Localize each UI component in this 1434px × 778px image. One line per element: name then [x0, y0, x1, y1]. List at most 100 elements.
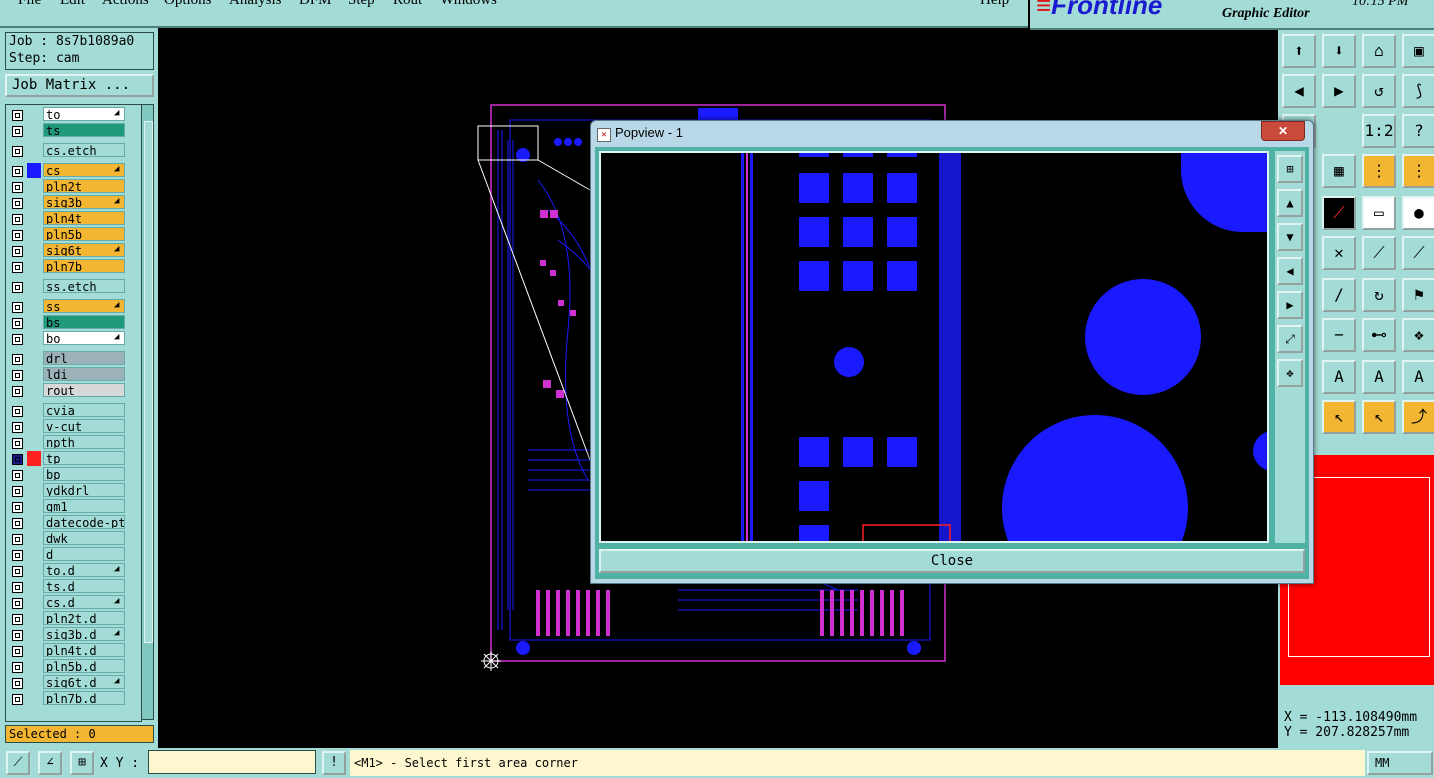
flag-icon[interactable]: ⚑ — [1402, 278, 1434, 312]
layer-name[interactable]: to.d — [43, 563, 125, 577]
layer-row-pln7b[interactable]: pln7b — [6, 259, 141, 274]
layer-checkbox[interactable] — [12, 146, 23, 157]
alert-icon[interactable]: ! — [322, 751, 346, 775]
slash-icon[interactable]: / — [1322, 278, 1356, 312]
layer-row-pln2t[interactable]: pln2t — [6, 179, 141, 194]
connect2-icon[interactable]: ⟋ — [1402, 236, 1434, 270]
menu-help[interactable]: Help — [980, 0, 1009, 9]
layer-row-pln4t[interactable]: pln4t — [6, 211, 141, 226]
layer-row-rout[interactable]: rout — [6, 383, 141, 398]
layer-checkbox[interactable] — [12, 694, 23, 705]
dimension-icon[interactable]: ⊷ — [1362, 318, 1396, 352]
layer-row-ss[interactable]: ss ◢ — [6, 299, 141, 314]
popview-canvas[interactable] — [599, 151, 1269, 543]
rotate-icon[interactable]: ↺ — [1362, 74, 1396, 108]
layer-checkbox[interactable] — [12, 230, 23, 241]
ruler-icon[interactable]: ▭ — [1362, 196, 1396, 230]
layer-row-ts-d[interactable]: ts.d — [6, 579, 141, 594]
layer-row-bp[interactable]: bp — [6, 467, 141, 482]
layer-checkbox[interactable] — [12, 646, 23, 657]
layer-name[interactable]: to — [43, 107, 125, 121]
scale-icon[interactable]: 1:2 — [1362, 114, 1396, 148]
layer-row-bs[interactable]: bs — [6, 315, 141, 330]
layer-row-sig6t-d[interactable]: sig6t.d ◢ — [6, 675, 141, 690]
layer-name[interactable]: ts.d — [43, 579, 125, 593]
layer-name[interactable]: ldi — [43, 367, 125, 381]
layer-name[interactable]: cs.d — [43, 595, 125, 609]
layer-checkbox[interactable] — [12, 486, 23, 497]
menu-windows[interactable]: Windows — [440, 0, 497, 9]
text-a-icon[interactable]: A — [1322, 360, 1356, 394]
layer-color-swatch[interactable] — [27, 163, 41, 178]
layer-name[interactable]: cs.etch — [43, 143, 125, 157]
cluster-icon[interactable]: ❖ — [1402, 318, 1434, 352]
layer-checkbox[interactable] — [12, 630, 23, 641]
layer-name[interactable]: d — [43, 547, 125, 561]
arc-icon[interactable]: ↻ — [1362, 278, 1396, 312]
stretch-icon[interactable]: ⟆ — [1402, 74, 1434, 108]
layer-checkbox[interactable] — [12, 282, 23, 293]
layer-row-bo[interactable]: bo ◢ — [6, 331, 141, 346]
net-icon[interactable]: ⋮ — [1362, 154, 1396, 188]
layer-checkbox[interactable] — [12, 566, 23, 577]
window-close-button[interactable]: ✕ — [1261, 121, 1305, 141]
layer-row-gm1[interactable]: gm1 — [6, 499, 141, 514]
layer-name[interactable]: pln5b — [43, 227, 125, 241]
layer-checkbox[interactable] — [12, 214, 23, 225]
popview-fit-icon[interactable]: ⤢ — [1277, 325, 1303, 353]
layer-name[interactable]: dwk — [43, 531, 125, 545]
measure-icon[interactable]: ∠ — [38, 751, 62, 775]
layer-checkbox[interactable] — [12, 534, 23, 545]
menu-analysis[interactable]: Analysis — [229, 0, 282, 9]
grid-view-icon[interactable]: ▦ — [1322, 154, 1356, 188]
units-select[interactable]: MM — [1367, 751, 1433, 775]
layer-row-datecode-pte[interactable]: datecode-pte — [6, 515, 141, 530]
xy-input[interactable] — [148, 750, 316, 774]
layer-name[interactable]: sig3b — [43, 195, 125, 209]
layer-row-ts[interactable]: ts — [6, 123, 141, 138]
layer-name[interactable]: drl — [43, 351, 125, 365]
layer-name[interactable]: pln2t.d — [43, 611, 125, 625]
popview-pan-down-icon[interactable]: ▼ — [1277, 223, 1303, 251]
layer-row-pln7b-d[interactable]: pln7b.d — [6, 691, 141, 706]
layer-row-v-cut[interactable]: v-cut — [6, 419, 141, 434]
menu-options[interactable]: Options — [164, 0, 212, 9]
layer-name[interactable]: ss — [43, 299, 125, 313]
job-matrix-button[interactable]: Job Matrix ... — [5, 74, 154, 97]
pad-icon[interactable]: ● — [1402, 196, 1434, 230]
layer-checkbox[interactable] — [12, 182, 23, 193]
layer-row-cs[interactable]: cs ◢ — [6, 163, 141, 178]
layer-row-cs-etch[interactable]: cs.etch — [6, 143, 141, 158]
layer-row-d[interactable]: d — [6, 547, 141, 562]
menu-file[interactable]: File — [18, 0, 41, 9]
layer-row-cvia[interactable]: cvia — [6, 403, 141, 418]
layer-color-swatch[interactable] — [27, 451, 41, 466]
help-icon[interactable]: ? — [1402, 114, 1434, 148]
net2-icon[interactable]: ⋮ — [1402, 154, 1434, 188]
layer-checkbox[interactable] — [12, 354, 23, 365]
layer-checkbox[interactable] — [12, 550, 23, 561]
layer-row-sig6t[interactable]: sig6t ◢ — [6, 243, 141, 258]
snap-icon[interactable]: ⟋ — [6, 751, 30, 775]
layer-row-npth[interactable]: npth — [6, 435, 141, 450]
layer-row-ydkdrl[interactable]: ydkdrl — [6, 483, 141, 498]
layer-checkbox[interactable] — [12, 110, 23, 121]
layer-name[interactable]: pln7b.d — [43, 691, 125, 705]
window-icon[interactable]: ▣ — [1402, 34, 1434, 68]
layer-checkbox[interactable] — [12, 582, 23, 593]
grid-icon[interactable]: ⊞ — [70, 751, 94, 775]
layer-name[interactable]: bs — [43, 315, 125, 329]
layer-checkbox[interactable] — [12, 470, 23, 481]
layer-checkbox[interactable] — [12, 126, 23, 137]
text-a2-icon[interactable]: A — [1362, 360, 1396, 394]
layer-name[interactable]: cs — [43, 163, 125, 177]
layer-row-ss-etch[interactable]: ss.etch — [6, 279, 141, 294]
layer-name[interactable]: bp — [43, 467, 125, 481]
minus-icon[interactable]: − — [1322, 318, 1356, 352]
layer-checkbox[interactable] — [12, 598, 23, 609]
layer-name[interactable]: bo — [43, 331, 125, 345]
layer-name[interactable]: datecode-pte — [43, 515, 125, 529]
layer-checkbox[interactable] — [12, 678, 23, 689]
layer-name[interactable]: npth — [43, 435, 125, 449]
layer-checkbox[interactable] — [12, 454, 23, 465]
